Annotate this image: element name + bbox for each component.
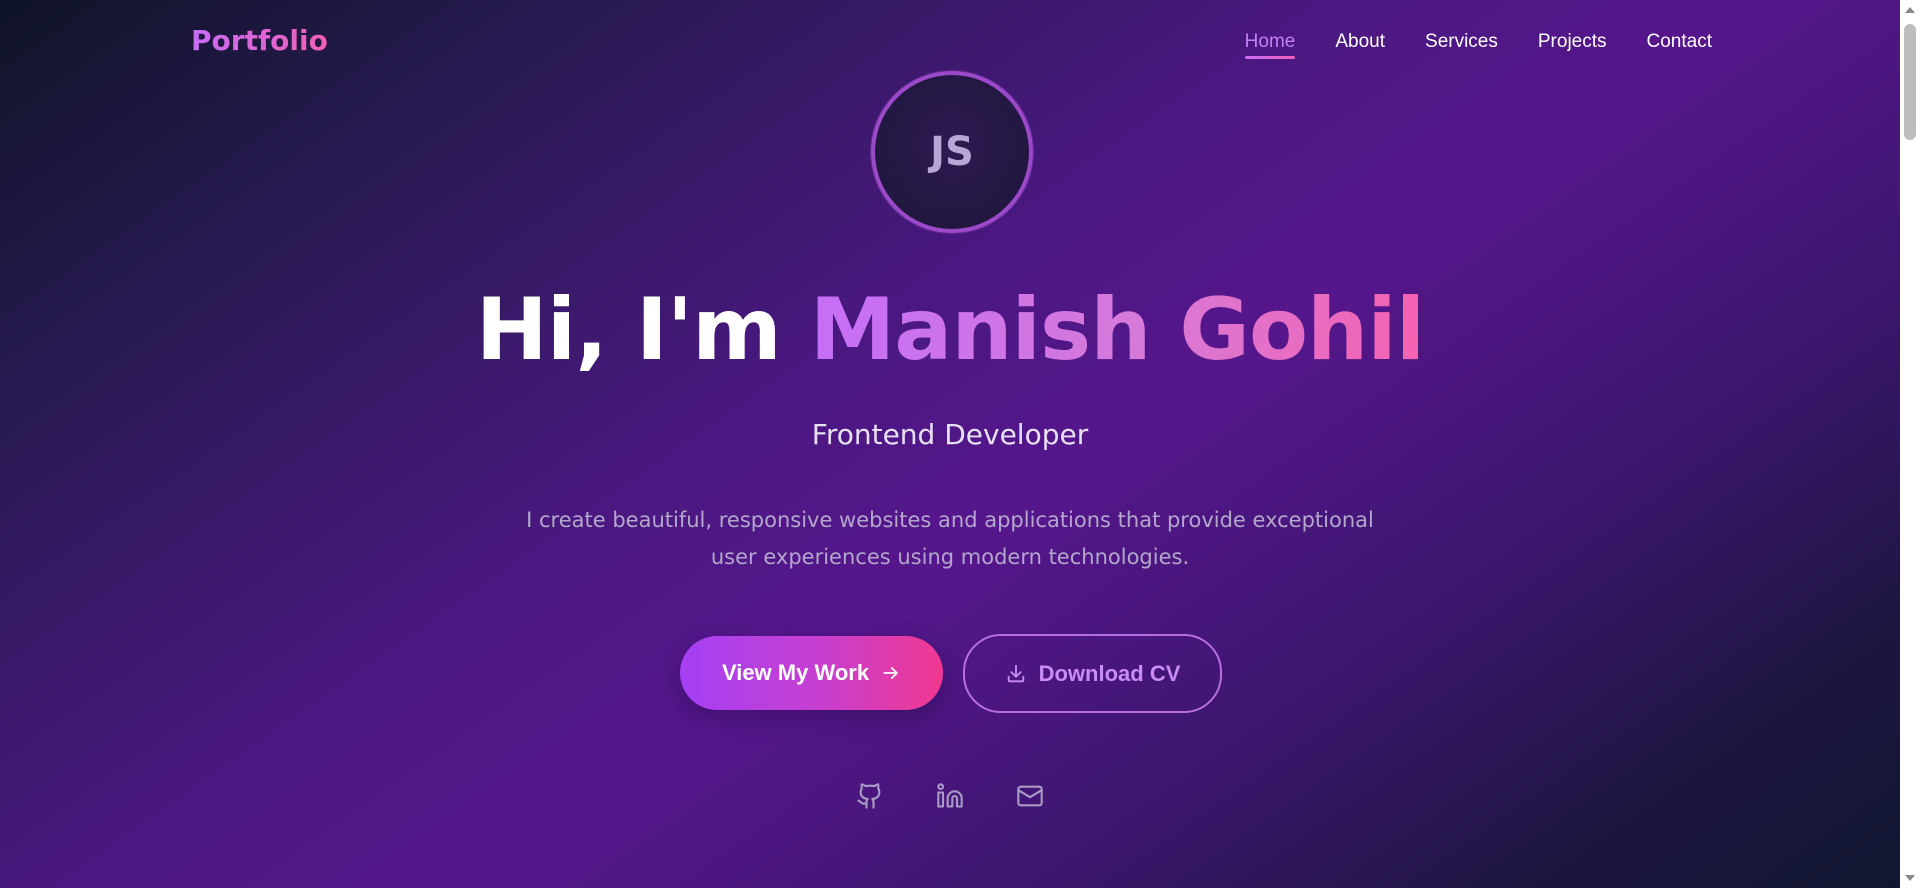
logo[interactable]: Portfolio (191, 24, 328, 57)
view-my-work-button[interactable]: View My Work (680, 636, 943, 710)
nav-link-contact[interactable]: Contact (1647, 31, 1712, 59)
nav-link-services[interactable]: Services (1425, 31, 1498, 59)
view-my-work-label: View My Work (721, 660, 870, 685)
mail-icon[interactable] (1016, 782, 1044, 810)
download-cv-button[interactable]: Download CV (963, 634, 1222, 713)
vertical-scrollbar[interactable] (1900, 0, 1920, 888)
hero-headline: Hi, I'm Manish Gohil (0, 280, 1900, 380)
scroll-down-arrow-icon[interactable] (1905, 875, 1915, 881)
download-icon (1005, 663, 1027, 685)
github-icon[interactable] (856, 782, 884, 810)
nav-link-projects[interactable]: Projects (1538, 31, 1607, 59)
page-viewport: Portfolio Home About Services Projects C… (0, 0, 1900, 888)
hero-description: I create beautiful, responsive websites … (526, 508, 1374, 569)
arrow-right-icon (881, 663, 901, 683)
hero-name: Manish Gohil (809, 280, 1426, 380)
scroll-up-arrow-icon[interactable] (1905, 7, 1915, 13)
linkedin-icon[interactable] (936, 782, 964, 810)
social-links (0, 782, 1900, 810)
hero-role: Frontend Developer (811, 418, 1089, 451)
avatar-initials: JS (930, 129, 974, 175)
nav-link-about[interactable]: About (1335, 31, 1385, 59)
avatar: JS (871, 71, 1033, 233)
nav-links: Home About Services Projects Contact (1244, 31, 1712, 59)
download-cv-label: Download CV (1038, 660, 1181, 686)
hero-greeting: Hi, I'm (475, 280, 810, 380)
nav-link-home[interactable]: Home (1244, 31, 1295, 59)
scrollbar-thumb[interactable] (1904, 24, 1916, 140)
